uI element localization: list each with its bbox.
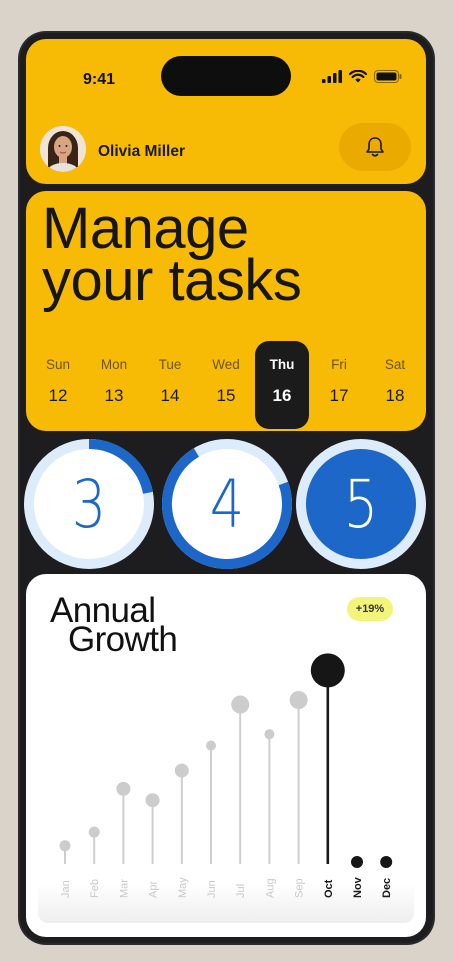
- day-sun[interactable]: Sun 12: [31, 341, 85, 429]
- month-label-jun: Jun: [206, 880, 218, 898]
- day-name: Mon: [100, 357, 128, 372]
- week-day-picker: Sun 12 Mon 13 Tue 14 Wed 15 Thu 16 Fri 17 Sat 18: [28, 339, 424, 429]
- point-may[interactable]: [174, 763, 189, 778]
- day-number: 18: [385, 386, 405, 405]
- point-sep[interactable]: [289, 691, 308, 709]
- dynamic-island: [161, 56, 291, 96]
- point-apr[interactable]: [145, 793, 160, 808]
- month-label-apr: Apr: [148, 881, 160, 898]
- point-oct[interactable]: [310, 653, 345, 688]
- day-name: Tue: [158, 357, 182, 372]
- title-line-2: your tasks: [42, 248, 302, 313]
- day-number: 15: [216, 386, 236, 405]
- day-tue[interactable]: Tue 14: [143, 341, 197, 429]
- tasks-card: Manage your tasks Sun 12 Mon 13 Tue 14 Wed 15 Th…: [26, 191, 426, 431]
- ring-value: 4: [209, 465, 245, 543]
- point-jan[interactable]: [59, 840, 71, 852]
- month-label-aug: Aug: [264, 878, 276, 898]
- point-jul[interactable]: [231, 695, 250, 714]
- day-number: 17: [329, 386, 349, 405]
- day-wed[interactable]: Wed 15: [199, 341, 253, 429]
- signal-icon: [322, 70, 342, 83]
- point-feb[interactable]: [88, 826, 100, 838]
- annual-growth-card: Jan Feb Mar Apr May Jun Jul Aug Sep Oct Nov Dec Ann…: [26, 574, 426, 937]
- header-card: 9:41 Olivia Miller: [26, 39, 426, 184]
- growth-title: Annual Growth: [50, 593, 178, 659]
- month-label-oct: Oct: [323, 879, 335, 898]
- avatar[interactable]: [40, 126, 86, 172]
- day-mon[interactable]: Mon 13: [87, 341, 141, 429]
- month-label-jan: Jan: [60, 880, 72, 898]
- user-name[interactable]: Olivia Miller: [98, 143, 185, 161]
- month-label-sep: Sep: [294, 878, 306, 898]
- growth-badge: +19%: [347, 597, 393, 621]
- ring-value: 5: [343, 465, 379, 543]
- month-label-jul: Jul: [235, 884, 247, 898]
- point-aug[interactable]: [264, 729, 275, 740]
- ring-value: 3: [71, 465, 107, 543]
- month-label-mar: Mar: [118, 879, 130, 898]
- day-name: Sat: [384, 357, 406, 372]
- day-sat[interactable]: Sat 18: [368, 341, 422, 429]
- day-number: 12: [48, 386, 68, 405]
- day-name: Thu: [269, 357, 295, 372]
- progress-ring-1[interactable]: 3: [22, 437, 156, 571]
- month-label-may: May: [177, 877, 189, 898]
- bell-icon: [366, 137, 384, 157]
- day-name: Wed: [212, 357, 240, 372]
- battery-icon: [374, 70, 402, 83]
- day-name: Sun: [45, 357, 71, 372]
- notifications-button[interactable]: [339, 123, 411, 171]
- day-fri[interactable]: Fri 17: [312, 341, 366, 429]
- status-time: 9:41: [83, 71, 116, 88]
- day-thu[interactable]: Thu 16: [255, 341, 309, 429]
- day-number: 13: [104, 386, 124, 405]
- month-label-nov: Nov: [352, 876, 364, 898]
- point-nov[interactable]: [351, 856, 363, 868]
- phone-frame: 9:41 Olivia Miller Manage your tasks Sun…: [20, 33, 433, 943]
- page-title: Manage your tasks: [42, 200, 302, 310]
- wifi-icon: [349, 70, 367, 83]
- month-label-feb: Feb: [89, 879, 101, 898]
- point-mar[interactable]: [116, 781, 131, 796]
- point-dec[interactable]: [380, 856, 393, 868]
- point-jun[interactable]: [206, 740, 216, 751]
- progress-ring-2[interactable]: 4: [160, 437, 294, 571]
- day-number: 16: [272, 386, 292, 405]
- day-number: 14: [160, 386, 180, 405]
- growth-title-line-2: Growth: [68, 620, 178, 659]
- status-icons: [322, 70, 402, 83]
- progress-ring-3[interactable]: 5: [294, 437, 428, 571]
- month-label-dec: Dec: [381, 878, 393, 898]
- progress-rings: 3 4 5: [20, 437, 433, 572]
- day-name: Fri: [331, 357, 347, 372]
